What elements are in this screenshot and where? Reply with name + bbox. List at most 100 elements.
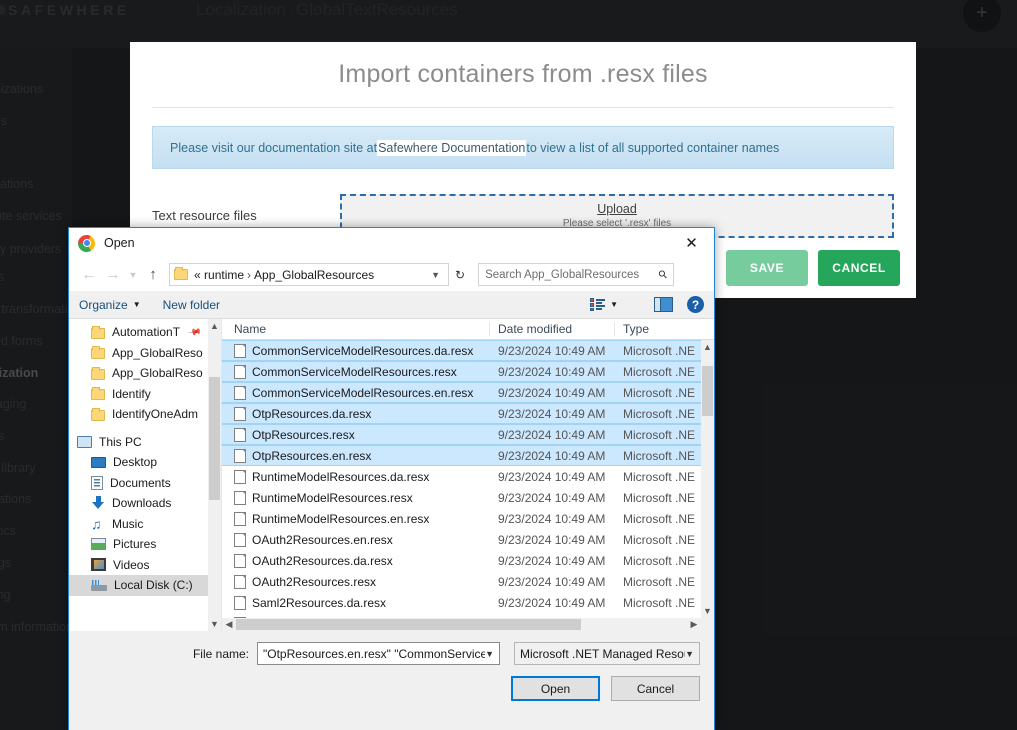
column-header-date[interactable]: Date modified bbox=[490, 322, 615, 336]
nav-tree-item-automationt[interactable]: AutomationT📌 bbox=[69, 322, 221, 343]
recent-locations-icon[interactable]: ▼ bbox=[125, 263, 141, 287]
navigation-scroll-thumb[interactable] bbox=[209, 377, 220, 500]
file-name-cell: OAuth2Resources.resx bbox=[222, 575, 490, 589]
nav-tree-item-identifyoneadm[interactable]: IdentifyOneAdm bbox=[69, 404, 221, 425]
file-row[interactable]: CommonServiceModelResources.en.resx9/23/… bbox=[222, 382, 701, 403]
desktop-icon bbox=[91, 457, 106, 468]
horizontal-scroll-thumb[interactable] bbox=[236, 619, 581, 630]
file-icon bbox=[234, 554, 246, 568]
column-header-type[interactable]: Type bbox=[615, 322, 714, 336]
folder-icon bbox=[91, 348, 105, 359]
organize-menu[interactable]: Organize ▼ bbox=[79, 298, 141, 312]
up-icon[interactable]: ↑ bbox=[141, 263, 165, 287]
file-row[interactable]: OtpResources.en.resx9/23/2024 10:49 AMMi… bbox=[222, 445, 701, 466]
search-input[interactable]: Search App_GlobalResources ⚲ bbox=[478, 263, 674, 286]
file-name-input[interactable]: "OtpResources.en.resx" "CommonService ▼ bbox=[257, 642, 500, 665]
file-type-cell: Microsoft .NE bbox=[615, 512, 701, 526]
nav-tree-item-desktop[interactable]: Desktop bbox=[69, 452, 221, 473]
documentation-link[interactable]: Safewhere Documentation bbox=[377, 140, 526, 156]
new-folder-button[interactable]: New folder bbox=[163, 298, 220, 312]
scroll-left-icon[interactable]: ◀ bbox=[222, 618, 236, 631]
back-icon[interactable]: ← bbox=[77, 263, 101, 287]
file-row[interactable]: Saml2Resources.da.resx9/23/2024 10:49 AM… bbox=[222, 592, 701, 613]
refresh-icon[interactable]: ↻ bbox=[449, 268, 471, 282]
navigation-scrollbar[interactable]: ▲ ▼ bbox=[208, 319, 221, 631]
file-type-chevron-down-icon[interactable]: ▼ bbox=[685, 649, 694, 659]
path-crumb-2[interactable]: App_GlobalResources bbox=[254, 268, 374, 282]
folder-icon bbox=[91, 410, 105, 421]
file-row[interactable]: OtpResources.resx9/23/2024 10:49 AMMicro… bbox=[222, 424, 701, 445]
scroll-up-icon[interactable]: ▲ bbox=[208, 319, 221, 333]
file-row[interactable]: CommonServiceModelResources.resx9/23/202… bbox=[222, 361, 701, 382]
file-date-cell: 9/23/2024 10:49 AM bbox=[490, 449, 615, 463]
nav-tree-item-downloads[interactable]: Downloads bbox=[69, 493, 221, 514]
file-icon bbox=[234, 512, 246, 526]
file-name-cell: CommonServiceModelResources.da.resx bbox=[222, 344, 490, 358]
file-row[interactable]: RuntimeModelResources.da.resx9/23/2024 1… bbox=[222, 466, 701, 487]
file-date-cell: 9/23/2024 10:49 AM bbox=[490, 554, 615, 568]
close-icon[interactable]: ✕ bbox=[669, 228, 714, 258]
file-row[interactable]: OAuth2Resources.resx9/23/2024 10:49 AMMi… bbox=[222, 571, 701, 592]
column-header-name[interactable]: Name bbox=[222, 322, 490, 336]
cancel-button[interactable]: CANCEL bbox=[818, 250, 900, 286]
videos-icon bbox=[91, 558, 106, 571]
file-list-vertical-scrollbar[interactable]: ▲ ▼ bbox=[701, 340, 714, 618]
dialog-cancel-button[interactable]: Cancel bbox=[611, 676, 700, 701]
path-chevron-down-icon[interactable]: ▼ bbox=[427, 270, 444, 280]
nav-tree-item-label: Documents bbox=[110, 476, 171, 490]
file-list-horizontal-scrollbar[interactable]: ◀ ▶ bbox=[222, 618, 714, 631]
nav-tree-item-app-globalreso[interactable]: App_GlobalReso bbox=[69, 363, 221, 384]
file-icon bbox=[234, 470, 246, 484]
nav-tree-item-documents[interactable]: Documents bbox=[69, 473, 221, 494]
file-type-select[interactable]: Microsoft .NET Managed Resou ▼ bbox=[514, 642, 700, 665]
file-row[interactable]: OAuth2Resources.da.resx9/23/2024 10:49 A… bbox=[222, 550, 701, 571]
file-row[interactable]: RuntimeModelResources.en.resx9/23/2024 1… bbox=[222, 508, 701, 529]
file-date-cell: 9/23/2024 10:49 AM bbox=[490, 386, 615, 400]
file-date-cell: 9/23/2024 10:49 AM bbox=[490, 365, 615, 379]
file-type-cell: Microsoft .NE bbox=[615, 365, 701, 379]
nav-tree-item-identify[interactable]: Identify bbox=[69, 384, 221, 405]
file-type-cell: Microsoft .NE bbox=[615, 386, 701, 400]
nav-tree-item-label: Desktop bbox=[113, 455, 157, 469]
vertical-scroll-thumb[interactable] bbox=[702, 366, 713, 416]
file-name-label: File name: bbox=[69, 647, 257, 661]
file-name-chevron-down-icon[interactable]: ▼ bbox=[485, 649, 494, 659]
disk-icon bbox=[91, 580, 107, 591]
view-options-button[interactable]: ▼ bbox=[590, 298, 618, 311]
nav-tree-item-pictures[interactable]: Pictures bbox=[69, 534, 221, 555]
file-name-row: File name: "OtpResources.en.resx" "Commo… bbox=[69, 631, 714, 665]
scroll-down-icon[interactable]: ▼ bbox=[701, 604, 714, 618]
scroll-down-icon[interactable]: ▼ bbox=[208, 617, 221, 631]
save-button[interactable]: SAVE bbox=[726, 250, 808, 286]
path-crumb-1[interactable]: runtime bbox=[204, 268, 244, 282]
help-icon[interactable]: ? bbox=[687, 296, 704, 313]
open-button[interactable]: Open bbox=[511, 676, 600, 701]
nav-tree-item-this-pc[interactable]: This PC bbox=[69, 432, 221, 453]
file-row[interactable]: OAuth2Resources.en.resx9/23/2024 10:49 A… bbox=[222, 529, 701, 550]
nav-tree-item-videos[interactable]: Videos bbox=[69, 555, 221, 576]
file-row[interactable]: OtpResources.da.resx9/23/2024 10:49 AMMi… bbox=[222, 403, 701, 424]
forward-icon[interactable]: → bbox=[101, 263, 125, 287]
scroll-up-icon[interactable]: ▲ bbox=[701, 340, 714, 354]
upload-link[interactable]: Upload bbox=[597, 203, 637, 217]
file-name-text: OtpResources.da.resx bbox=[252, 407, 371, 421]
file-list-pane: Name Date modified Type CommonServiceMod… bbox=[222, 319, 714, 631]
file-row[interactable]: CommonServiceModelResources.da.resx9/23/… bbox=[222, 340, 701, 361]
text-resource-files-label: Text resource files bbox=[152, 194, 340, 223]
file-name-cell: RuntimeModelResources.da.resx bbox=[222, 470, 490, 484]
file-name-text: OAuth2Resources.en.resx bbox=[252, 533, 393, 547]
scroll-right-icon[interactable]: ▶ bbox=[687, 618, 701, 631]
nav-tree-item-local-disk-c-[interactable]: Local Disk (C:) bbox=[69, 575, 221, 596]
view-chevron-down-icon: ▼ bbox=[610, 300, 618, 309]
file-date-cell: 9/23/2024 10:49 AM bbox=[490, 428, 615, 442]
navigation-pane: AutomationT📌App_GlobalResoApp_GlobalReso… bbox=[69, 319, 222, 631]
file-type-cell: Microsoft .NE bbox=[615, 491, 701, 505]
file-row[interactable]: RuntimeModelResources.resx9/23/2024 10:4… bbox=[222, 487, 701, 508]
file-date-cell: 9/23/2024 10:49 AM bbox=[490, 344, 615, 358]
preview-pane-icon[interactable] bbox=[654, 297, 673, 312]
file-list-header: Name Date modified Type bbox=[222, 319, 714, 340]
nav-tree-item-app-globalreso[interactable]: App_GlobalReso bbox=[69, 343, 221, 364]
path-breadcrumb[interactable]: « runtime›App_GlobalResources ▼ bbox=[169, 263, 449, 286]
modal-title: Import containers from .resx files bbox=[130, 42, 916, 89]
nav-tree-item-music[interactable]: ♫Music bbox=[69, 514, 221, 535]
